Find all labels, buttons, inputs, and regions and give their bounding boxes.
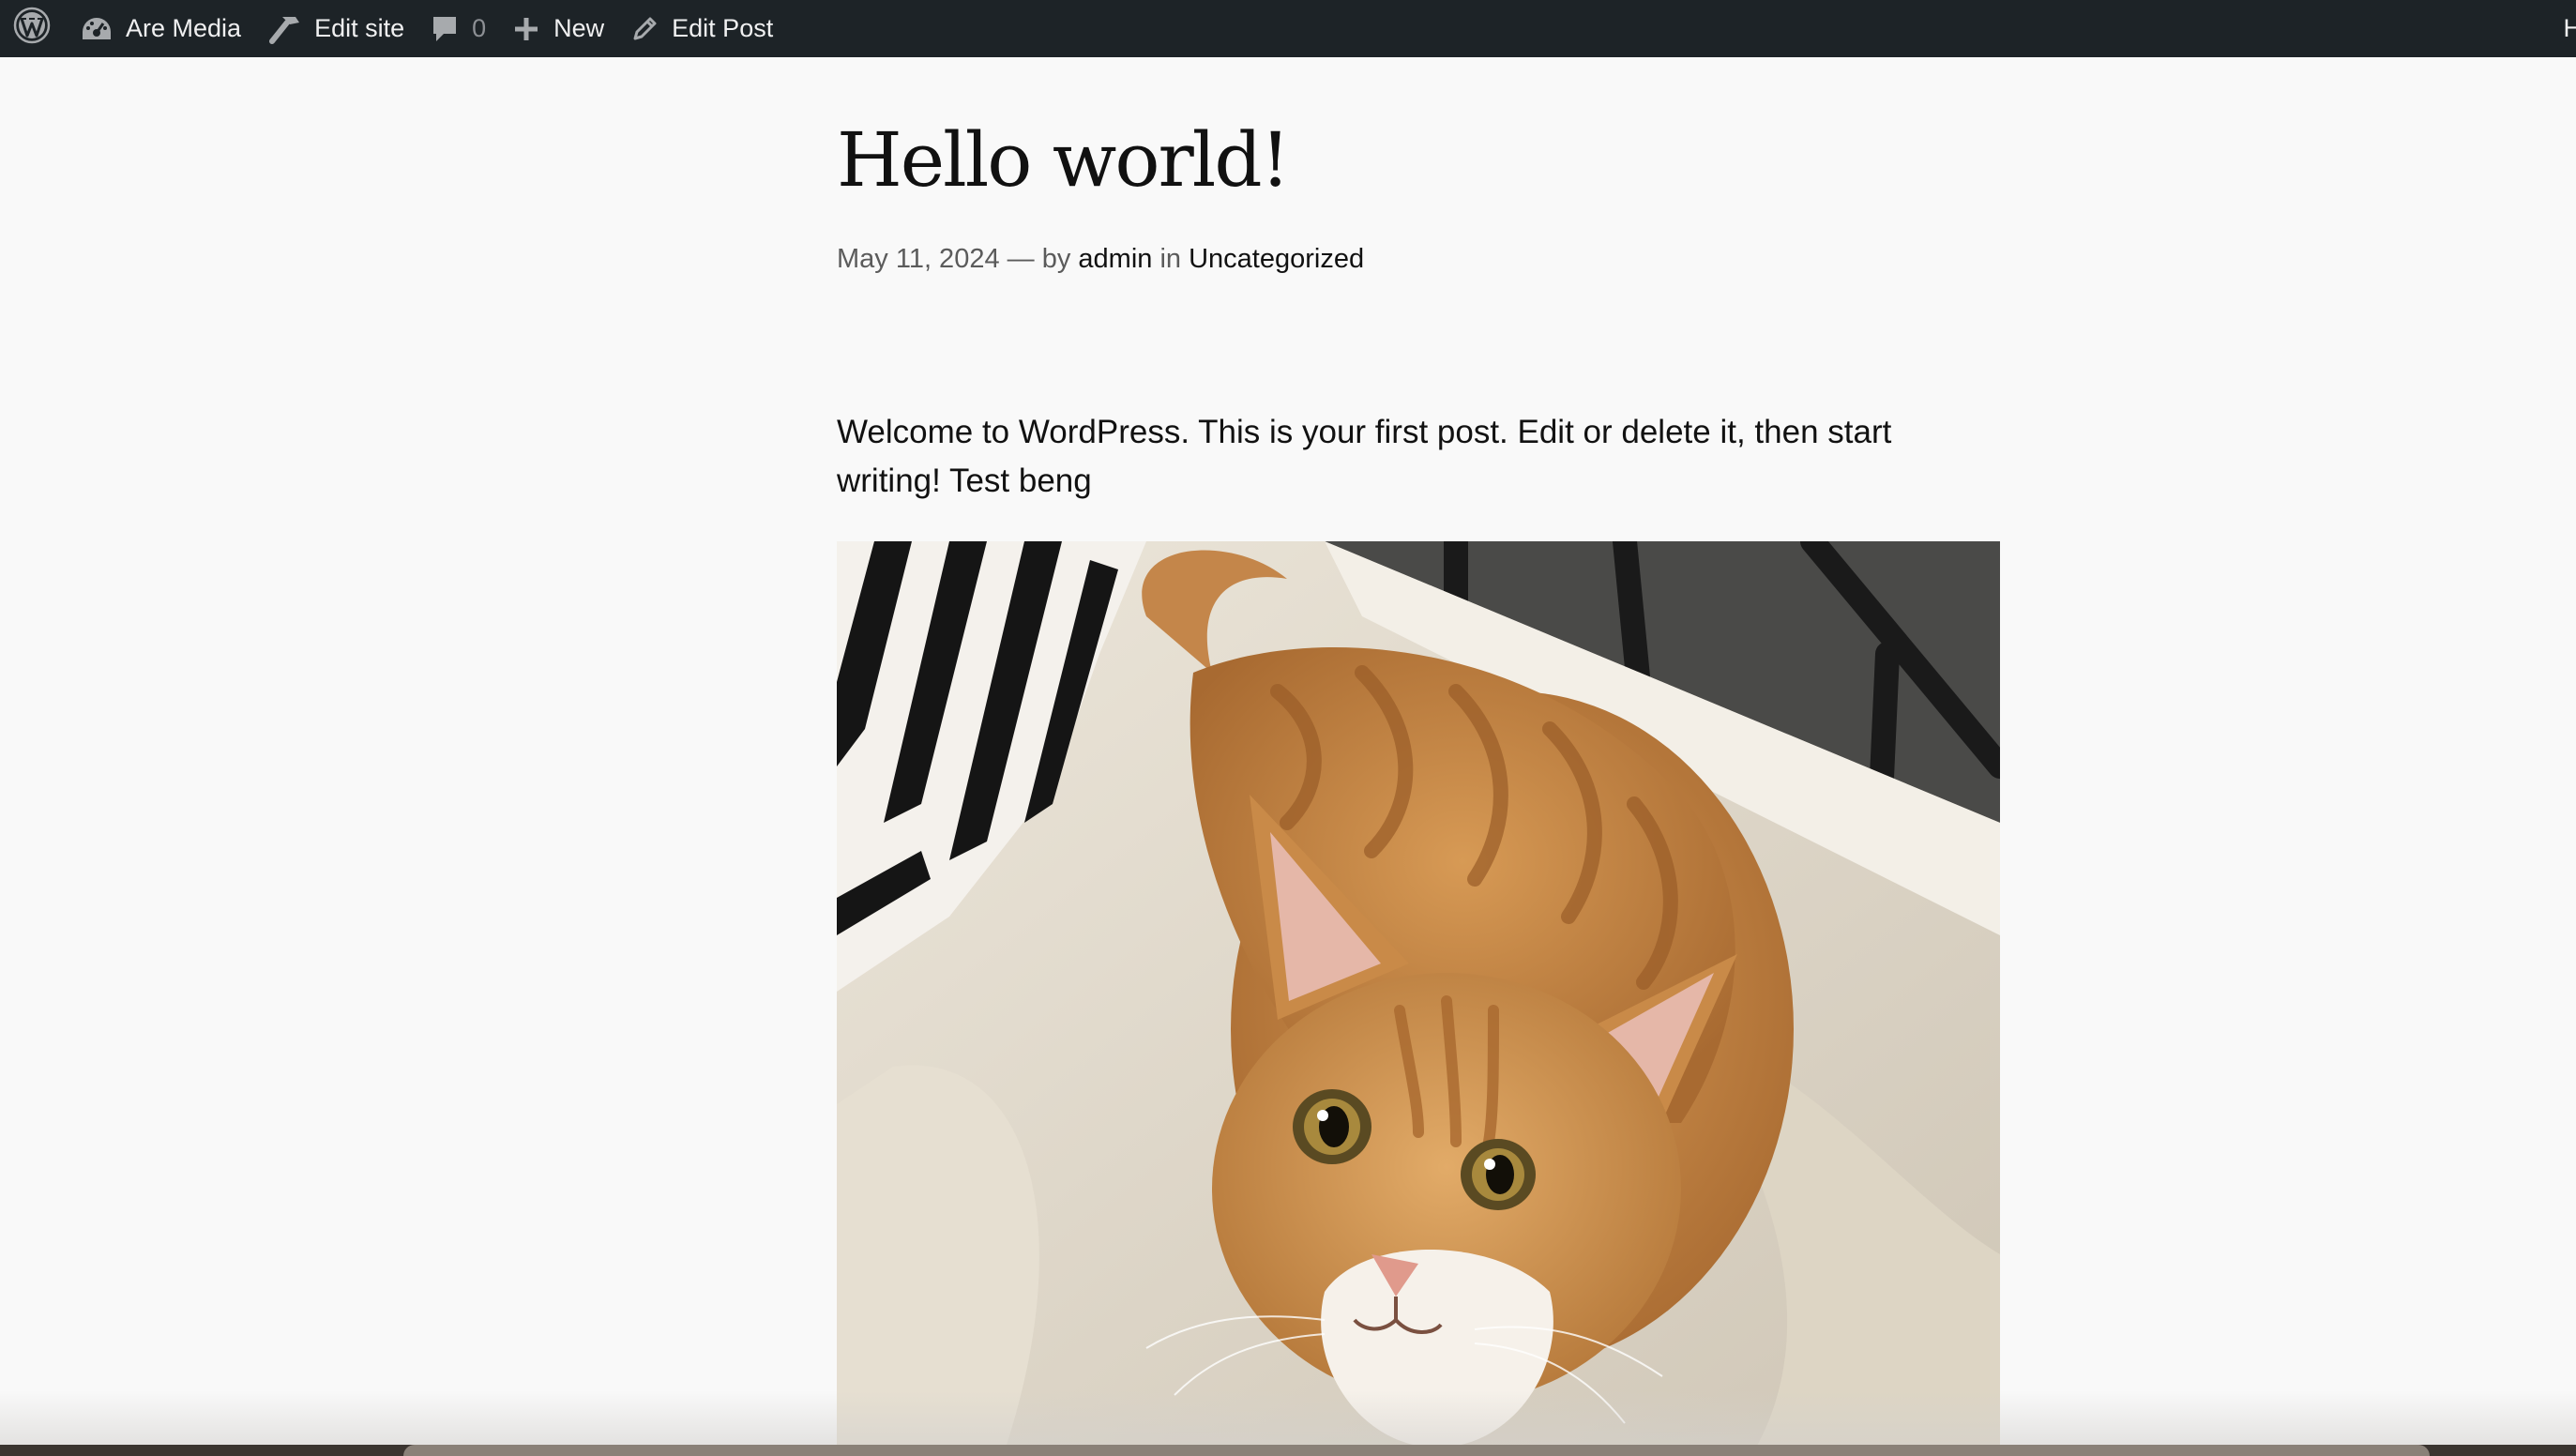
post-meta: May 11, 2024 — by admin in Uncategorized bbox=[837, 244, 1364, 275]
edit-site-label: Edit site bbox=[314, 14, 405, 42]
cat-photo bbox=[837, 541, 2000, 1448]
new-label: New bbox=[553, 14, 605, 42]
dashboard-icon bbox=[81, 15, 113, 43]
hammer-icon bbox=[267, 13, 301, 45]
post-author-link[interactable]: admin bbox=[1078, 244, 1152, 274]
wordpress-logo-icon bbox=[13, 7, 51, 51]
meta-by: by bbox=[1041, 244, 1071, 274]
my-account-link[interactable]: H bbox=[2564, 0, 2576, 57]
post-category-link[interactable]: Uncategorized bbox=[1189, 244, 1364, 274]
dock-edge bbox=[403, 1445, 2430, 1456]
new-content-link[interactable]: New bbox=[499, 0, 617, 57]
howdy-label: H bbox=[2563, 14, 2576, 42]
bottom-shadow bbox=[0, 1390, 2576, 1445]
pencil-icon bbox=[630, 15, 659, 43]
plus-icon bbox=[512, 15, 540, 43]
admin-bar: Are Media Edit site 0 New Edit Post H bbox=[0, 0, 2576, 57]
wordpress-menu[interactable] bbox=[0, 0, 68, 57]
edit-post-label: Edit Post bbox=[672, 14, 774, 42]
comments-count: 0 bbox=[472, 14, 487, 42]
site-name-link[interactable]: Are Media bbox=[68, 0, 254, 57]
post-title: Hello world! bbox=[837, 116, 1291, 204]
post-body-paragraph: Welcome to WordPress. This is your first… bbox=[837, 414, 1892, 499]
site-name-label: Are Media bbox=[126, 14, 242, 42]
edit-site-link[interactable]: Edit site bbox=[254, 0, 417, 57]
edit-post-link[interactable]: Edit Post bbox=[617, 0, 786, 57]
meta-separator: — bbox=[1007, 244, 1035, 274]
meta-in: in bbox=[1159, 244, 1182, 274]
comment-bubble-icon bbox=[431, 14, 459, 44]
comments-link[interactable]: 0 bbox=[417, 0, 499, 57]
post-date: May 11, 2024 bbox=[837, 244, 1000, 274]
